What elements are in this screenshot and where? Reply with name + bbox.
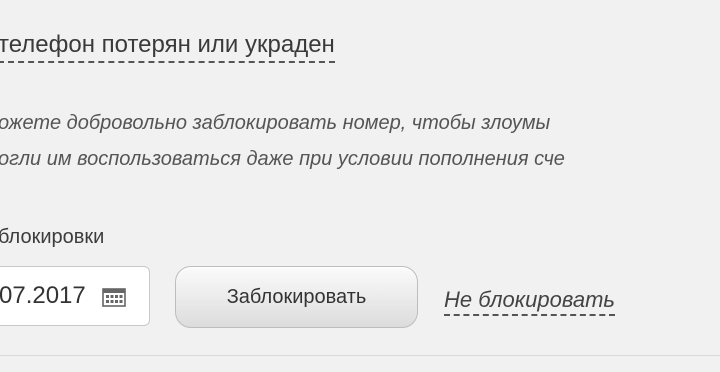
block-date-input[interactable]: 07.2017 — [0, 266, 150, 326]
block-button[interactable]: Заблокировать — [175, 266, 418, 328]
description-line-2: огли им воспользоваться даже при условии… — [0, 148, 565, 170]
bottom-divider — [0, 355, 720, 356]
block-date-value: 07.2017 — [0, 282, 86, 309]
section-title[interactable]: телефон потерян или украден — [0, 30, 335, 63]
description-line-1: ожете добровольно заблокировать номер, ч… — [0, 112, 551, 134]
calendar-icon[interactable] — [102, 287, 126, 307]
block-date-label: блокировки — [0, 226, 105, 248]
do-not-block-link[interactable]: Не блокировать — [444, 287, 615, 316]
